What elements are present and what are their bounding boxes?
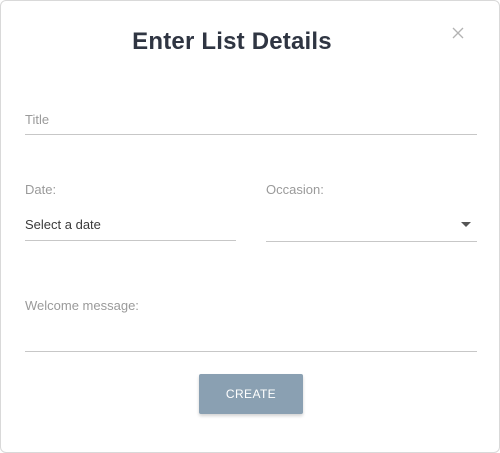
title-placeholder: Title (25, 112, 50, 127)
create-button[interactable]: CREATE (199, 374, 303, 414)
date-label: Date: (25, 182, 57, 197)
close-icon (452, 27, 464, 39)
welcome-message-input[interactable] (25, 317, 477, 352)
dialog-title: Enter List Details (132, 28, 332, 55)
close-button[interactable] (447, 22, 469, 44)
date-value: Select a date (25, 217, 101, 232)
welcome-message-label: Welcome message: (25, 298, 139, 313)
occasion-select[interactable] (266, 205, 477, 242)
date-picker-input[interactable]: Select a date (25, 205, 236, 241)
title-input[interactable]: Title (25, 101, 477, 135)
enter-list-details-dialog: Enter List Details Title Date: Occasion:… (0, 0, 500, 453)
dropdown-arrow-icon (461, 222, 471, 227)
occasion-label: Occasion: (266, 182, 324, 197)
